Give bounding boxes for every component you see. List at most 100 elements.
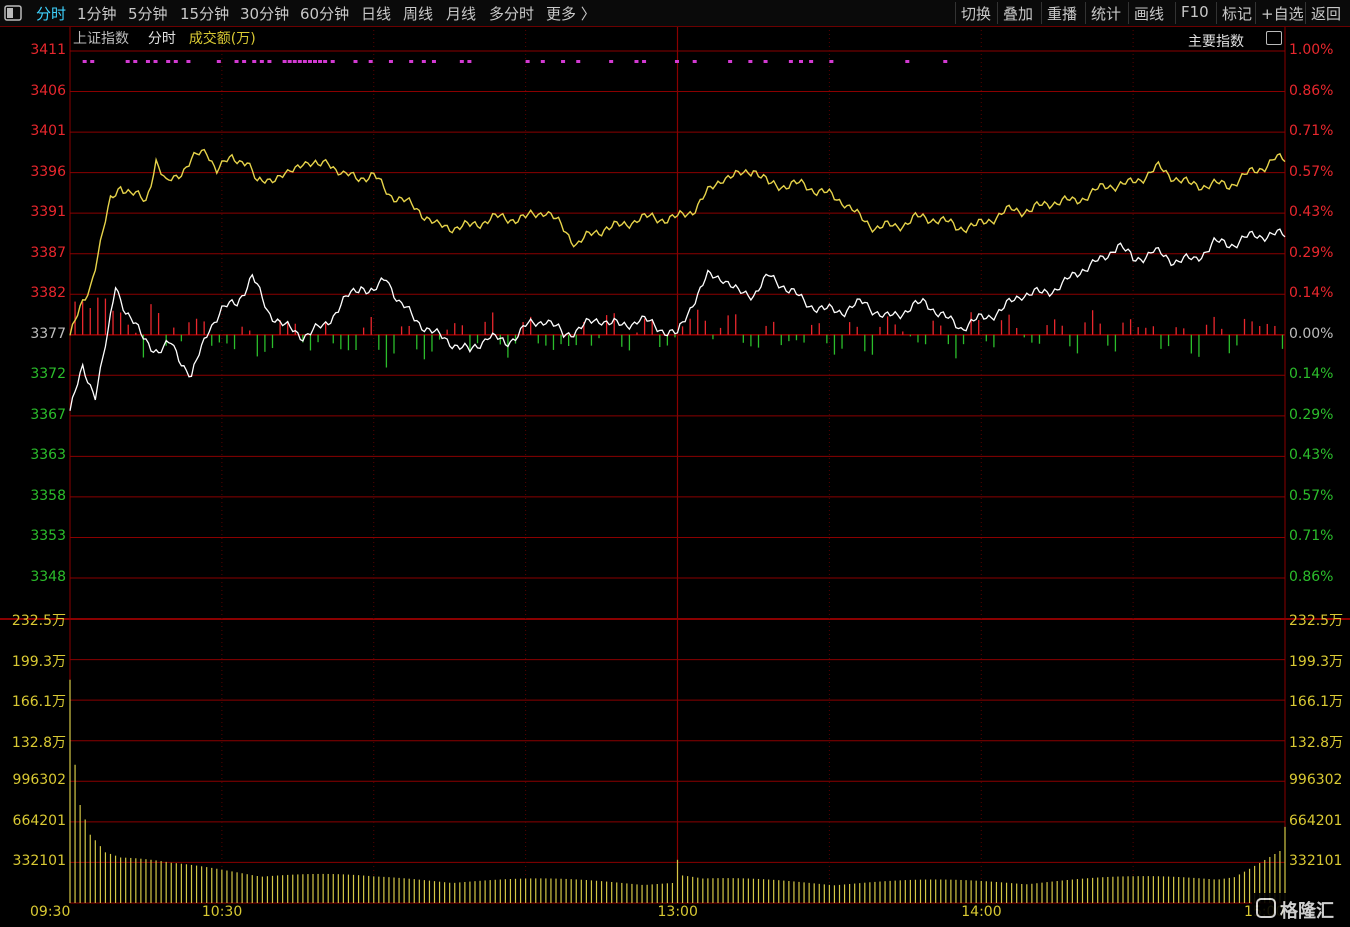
tool-1[interactable]: 叠加 — [1003, 3, 1033, 24]
signal-marker — [809, 60, 814, 63]
signal-marker — [282, 60, 287, 63]
signal-marker — [459, 60, 464, 63]
tool-8[interactable]: 返回 — [1311, 3, 1341, 24]
signal-marker — [145, 60, 150, 63]
tool-6[interactable]: 标记 — [1222, 3, 1252, 24]
signal-marker — [943, 60, 948, 63]
signal-marker — [609, 60, 614, 63]
signal-marker — [242, 60, 247, 63]
tab-8[interactable]: 月线 — [446, 3, 476, 24]
signal-marker — [634, 60, 639, 63]
tool-4[interactable]: 画线 — [1134, 3, 1164, 24]
signal-marker — [153, 60, 158, 63]
toolbar-separator — [1175, 2, 1176, 24]
signal-marker — [576, 60, 581, 63]
price-tick: 3391 — [30, 204, 66, 221]
signal-marker — [642, 60, 647, 63]
pct-tick: 0.57% — [1289, 163, 1334, 180]
toolbar-separator — [1085, 2, 1086, 24]
signal-marker — [409, 60, 414, 63]
signal-marker — [307, 60, 312, 63]
volume-tick: 166.1万 — [1289, 694, 1344, 711]
tab-0[interactable]: 分时 — [36, 3, 66, 24]
up-down-bars — [74, 297, 1284, 368]
volume-label: 成交额(万) — [188, 31, 256, 47]
toolbar-separator — [1216, 2, 1217, 24]
volume-tick: 132.8万 — [11, 734, 66, 751]
pct-tick: 0.86% — [1289, 569, 1334, 585]
toolbar-separator — [997, 2, 998, 24]
time-tick: 14:00 — [961, 904, 1002, 920]
toolbar-separator — [955, 2, 956, 24]
index-name[interactable]: 上证指数 — [73, 31, 129, 47]
mode-label: 分时 — [147, 31, 176, 47]
signal-marker — [368, 60, 373, 63]
toolbar-separator — [1041, 2, 1042, 24]
pct-tick: 0.43% — [1289, 204, 1334, 221]
pct-tick: 0.86% — [1289, 82, 1334, 99]
signal-marker — [799, 60, 803, 63]
pct-tick: 0.57% — [1289, 487, 1334, 504]
signal-marker — [259, 60, 264, 63]
signal-marker — [292, 60, 297, 63]
price-tick: 3401 — [30, 123, 66, 140]
tab-10[interactable]: 更多 〉 — [546, 3, 596, 24]
volume-tick: 232.5万 — [11, 613, 66, 629]
tool-2[interactable]: 重播 — [1047, 3, 1077, 24]
brand-text: 格隆汇 — [1280, 901, 1334, 922]
tab-5[interactable]: 60分钟 — [300, 3, 349, 24]
toolbar-separator — [1305, 2, 1306, 24]
pct-tick: 0.43% — [1289, 447, 1334, 464]
signal-marker — [302, 60, 307, 63]
chart-grid — [0, 25, 1350, 904]
signal-marker — [748, 60, 753, 63]
chart-canvas[interactable] — [0, 0, 1350, 927]
volume-tick: 166.1万 — [11, 694, 66, 711]
signal-marker — [674, 60, 679, 63]
tool-7[interactable]: +自选 — [1261, 3, 1304, 24]
main-index-toggle-icon[interactable] — [1266, 31, 1282, 45]
main-index-label[interactable]: 主要指数 — [1188, 31, 1244, 51]
tool-5[interactable]: F10 — [1181, 3, 1209, 21]
tab-3[interactable]: 15分钟 — [180, 3, 229, 24]
signal-marker — [287, 60, 292, 63]
tool-0[interactable]: 切换 — [961, 3, 991, 24]
signal-marker — [561, 60, 566, 63]
price-tick: 3406 — [30, 82, 66, 99]
signal-marker — [540, 60, 545, 63]
volume-tick: 664201 — [12, 812, 66, 829]
tool-3[interactable]: 统计 — [1091, 3, 1121, 24]
chart-vlines — [221, 26, 1134, 903]
tab-4[interactable]: 30分钟 — [240, 3, 289, 24]
signal-marker — [125, 60, 130, 63]
price-tick: 3353 — [30, 528, 66, 545]
volume-tick: 996302 — [12, 772, 66, 789]
tab-2[interactable]: 5分钟 — [128, 3, 168, 24]
tab-1[interactable]: 1分钟 — [77, 3, 117, 24]
price-tick: 3348 — [30, 569, 66, 585]
signal-marker — [297, 60, 302, 63]
signal-marker — [330, 60, 335, 63]
price-tick: 3387 — [30, 244, 66, 261]
tab-9[interactable]: 多分时 — [489, 3, 534, 24]
top-toolbar: 分时 1分钟 5分钟 15分钟 30分钟 60分钟 日线 周线 月线 多分时 更多 〉 切换 叠加 重播… — [0, 0, 1350, 27]
signal-marker — [353, 60, 358, 63]
signal-marker — [216, 60, 221, 63]
signal-marker — [788, 60, 793, 63]
volume-tick: 199.3万 — [1289, 653, 1344, 670]
price-tick: 3367 — [30, 406, 66, 423]
signal-marker — [388, 60, 393, 63]
tab-7[interactable]: 周线 — [403, 3, 433, 24]
window-toggle-icon[interactable] — [4, 4, 22, 22]
pct-tick: 0.71% — [1289, 123, 1334, 140]
signal-marker — [763, 60, 768, 63]
pct-tick: 0.00% — [1289, 325, 1334, 342]
signal-marker — [905, 60, 910, 63]
brand-watermark: 格隆汇 — [1252, 893, 1348, 923]
signal-marker — [90, 60, 95, 63]
tab-6[interactable]: 日线 — [361, 3, 391, 24]
volume-tick: 664201 — [1289, 812, 1343, 829]
signal-marker — [267, 60, 272, 63]
volume-tick: 232.5万 — [1289, 613, 1344, 629]
chart-header: 上证指数 分时 成交额(万) — [73, 28, 256, 48]
